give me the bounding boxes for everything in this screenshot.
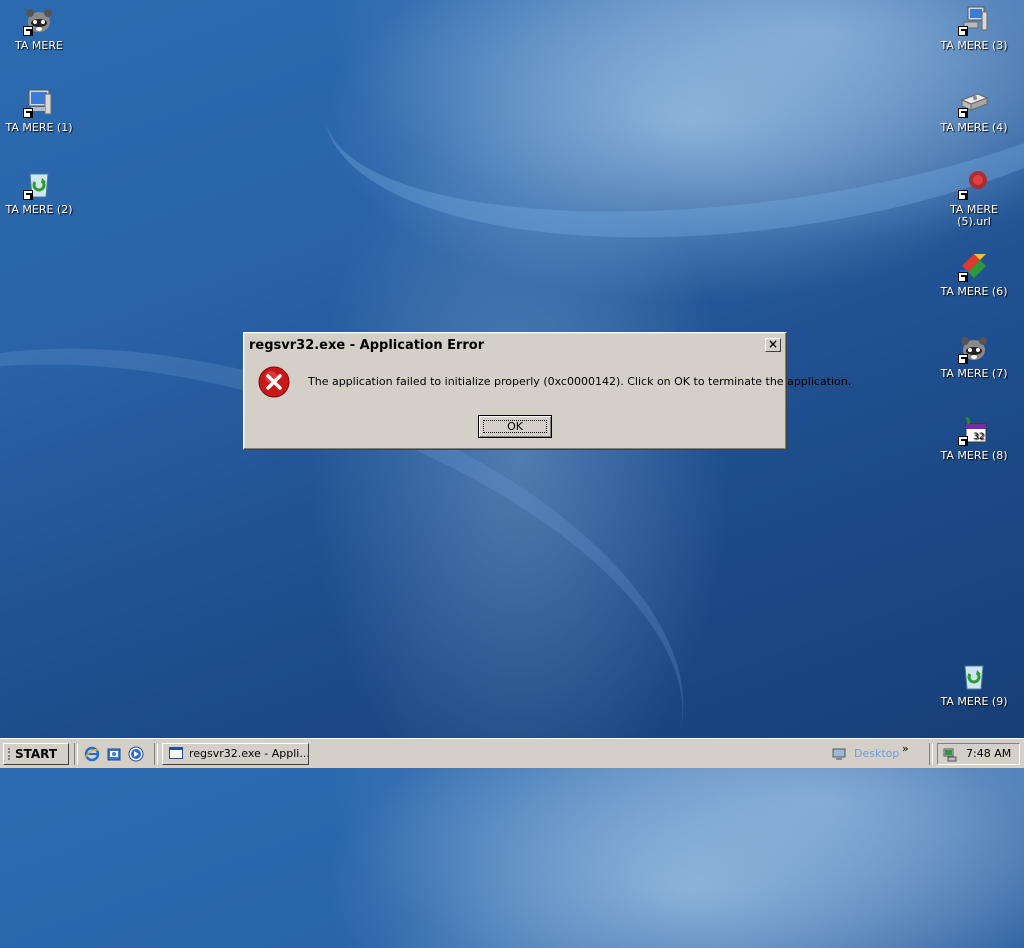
taskbar-separator bbox=[154, 743, 158, 765]
recycle-bin-icon bbox=[958, 660, 990, 692]
ok-button[interactable]: OK bbox=[478, 415, 552, 438]
raccoon-icon bbox=[958, 332, 990, 364]
desktop-icon-label: TA MERE (1) bbox=[5, 121, 73, 134]
taskbar-separator bbox=[74, 743, 78, 765]
desktop-icon-ta-mere-6[interactable]: TA MERE (6) bbox=[936, 250, 1012, 298]
outlook-express-icon[interactable] bbox=[106, 746, 122, 762]
desktop-icon-ta-mere-2[interactable]: TA MERE (2) bbox=[1, 168, 77, 216]
desktop-icon-ta-mere-4[interactable]: TA MERE (4) bbox=[936, 86, 1012, 134]
desktop-icon-ta-mere-7[interactable]: TA MERE (7) bbox=[936, 332, 1012, 380]
application-error-dialog: regsvr32.exe - Application Error × The a… bbox=[243, 332, 851, 450]
taskbar: START regsvr32.exe - Appli... Desktop » … bbox=[0, 738, 1024, 768]
chevron-right-icon[interactable]: » bbox=[902, 742, 909, 755]
desktop-icon-label: TA MERE (9) bbox=[940, 695, 1008, 708]
my-computer-icon bbox=[23, 86, 55, 118]
desktop-icon-ta-mere-9[interactable]: TA MERE (9) bbox=[936, 660, 1012, 708]
start-grip bbox=[8, 748, 16, 760]
desktop-icon-ta-mere[interactable]: TA MERE bbox=[1, 4, 77, 52]
desktop-toolbar-label: Desktop bbox=[854, 747, 900, 760]
url-shortcut-icon bbox=[958, 168, 990, 200]
svg-text:32: 32 bbox=[973, 432, 984, 442]
desktop-icon-label: TA MERE bbox=[15, 39, 63, 52]
window-icon bbox=[169, 747, 183, 759]
clock[interactable]: 7:48 AM bbox=[966, 747, 1011, 760]
network-tray-icon[interactable] bbox=[942, 746, 958, 762]
desktop-icon-label: TA MERE (2) bbox=[5, 203, 73, 216]
desktop-icon-ta-mere-1[interactable]: TA MERE (1) bbox=[1, 86, 77, 134]
raccoon-icon bbox=[23, 4, 55, 36]
dialog-title-bar[interactable]: regsvr32.exe - Application Error × bbox=[247, 336, 783, 355]
error-message: The application failed to initialize pro… bbox=[308, 375, 852, 388]
paint-tools-icon bbox=[958, 250, 990, 282]
drive-icon bbox=[958, 86, 990, 118]
desktop-icon-label: TA MERE (7) bbox=[940, 367, 1008, 380]
desktop-icon-ta-mere-3[interactable]: TA MERE (3) bbox=[936, 4, 1012, 52]
taskbar-button-regsvr32[interactable]: regsvr32.exe - Appli... bbox=[162, 743, 309, 765]
desktop-icon-label: TA MERE (8) bbox=[940, 449, 1008, 462]
internet-explorer-icon[interactable] bbox=[84, 746, 100, 762]
desktop-icon-ta-mere-5-url[interactable]: TA MERE (5).url bbox=[936, 168, 1012, 228]
error-icon bbox=[258, 366, 290, 398]
desktop-icon-label: TA MERE (5).url bbox=[950, 203, 998, 228]
desktop-toolbar-icon bbox=[832, 747, 846, 761]
task-label: regsvr32.exe - Appli... bbox=[189, 747, 309, 760]
desktop-toolbar[interactable]: Desktop » bbox=[830, 742, 920, 765]
dialog-title: regsvr32.exe - Application Error bbox=[249, 338, 485, 353]
media-player-icon[interactable] bbox=[128, 746, 144, 762]
network-computers-icon bbox=[958, 4, 990, 36]
desktop-icon-label: TA MERE (4) bbox=[940, 121, 1008, 134]
start-label: START bbox=[14, 747, 58, 761]
desktop-icon-label: TA MERE (6) bbox=[940, 285, 1008, 298]
close-button[interactable]: × bbox=[765, 338, 781, 352]
start-button[interactable]: START bbox=[3, 743, 69, 765]
taskbar-separator bbox=[929, 743, 933, 765]
recycle-bin-icon bbox=[23, 168, 55, 200]
calendar-app-icon: 32 bbox=[958, 414, 990, 446]
desktop-icon-ta-mere-8[interactable]: 32 TA MERE (8) bbox=[936, 414, 1012, 462]
desktop-icon-label: TA MERE (3) bbox=[940, 39, 1008, 52]
system-tray: 7:48 AM bbox=[937, 743, 1020, 765]
